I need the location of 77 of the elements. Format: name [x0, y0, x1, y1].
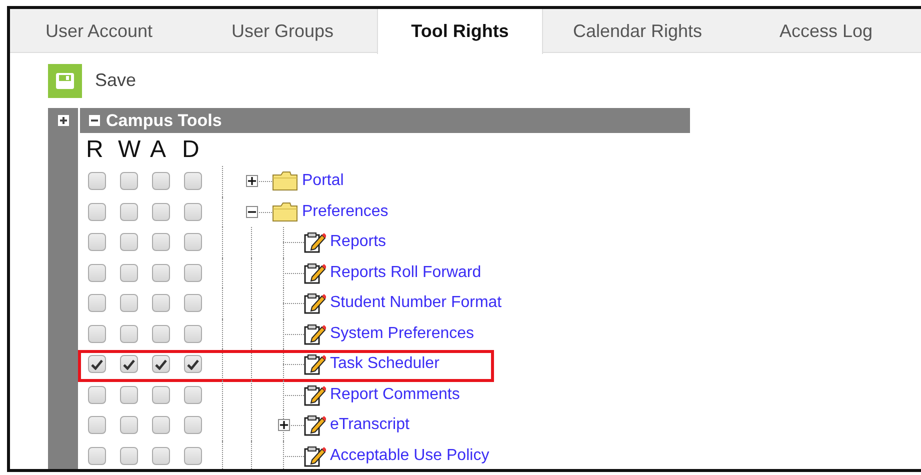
checkbox[interactable] — [88, 446, 106, 465]
notepad-pencil-icon — [304, 292, 326, 314]
tab[interactable]: Tool Rights — [377, 9, 543, 54]
checkbox[interactable] — [152, 172, 170, 190]
checkbox[interactable] — [120, 355, 138, 374]
checkbox[interactable] — [152, 264, 170, 282]
checkbox[interactable] — [120, 324, 138, 343]
tree-item-link[interactable]: Student Number Format — [330, 291, 502, 316]
checkbox[interactable] — [88, 264, 106, 282]
checkbox[interactable] — [120, 233, 138, 252]
checkbox[interactable] — [184, 294, 202, 312]
checkbox[interactable] — [88, 294, 106, 312]
checkbox[interactable] — [120, 446, 138, 465]
save-icon — [56, 72, 74, 88]
checkbox[interactable] — [88, 355, 106, 374]
expand-icon[interactable] — [278, 419, 290, 432]
checkbox[interactable] — [184, 416, 202, 434]
checkbox[interactable] — [120, 416, 138, 434]
column-header: A — [150, 134, 168, 164]
collapse-icon[interactable] — [246, 206, 258, 218]
checkbox[interactable] — [152, 324, 170, 343]
checkbox[interactable] — [184, 386, 202, 404]
checkbox[interactable] — [184, 233, 202, 252]
checkbox[interactable] — [184, 202, 202, 221]
checkbox[interactable] — [152, 233, 170, 252]
checkbox[interactable] — [120, 386, 138, 404]
tab[interactable]: Access Log — [732, 9, 920, 53]
checkbox[interactable] — [88, 233, 106, 252]
column-header: R — [86, 134, 104, 164]
checkbox[interactable] — [152, 202, 170, 221]
tab[interactable]: User Groups — [188, 9, 377, 53]
tree-item-link[interactable]: Task Scheduler — [330, 352, 440, 376]
notepad-pencil-icon — [304, 353, 326, 376]
checkbox[interactable] — [88, 172, 106, 190]
notepad-pencil-icon — [304, 262, 326, 284]
tree-item-link[interactable]: Report Comments — [330, 382, 460, 407]
folder-icon — [272, 171, 298, 192]
tab[interactable]: User Account — [10, 9, 188, 53]
checkbox[interactable] — [152, 386, 170, 404]
checkbox[interactable] — [152, 294, 170, 312]
notepad-pencil-icon — [304, 414, 326, 436]
column-header: D — [182, 134, 200, 164]
checkbox[interactable] — [88, 416, 106, 434]
checkbox[interactable] — [120, 294, 138, 312]
checkbox[interactable] — [184, 172, 202, 190]
checkbox[interactable] — [152, 446, 170, 465]
checkbox[interactable] — [152, 355, 170, 374]
checkbox[interactable] — [88, 386, 106, 404]
tree-item-link[interactable]: eTranscript — [330, 413, 410, 438]
save-button[interactable]: Save — [48, 64, 136, 98]
notepad-pencil-icon — [304, 231, 326, 254]
folder-icon — [272, 202, 298, 222]
checkbox[interactable] — [184, 446, 202, 465]
checkbox[interactable] — [184, 355, 202, 374]
checkbox[interactable] — [184, 264, 202, 282]
checkbox[interactable] — [184, 324, 202, 343]
checkbox[interactable] — [120, 264, 138, 282]
panel-title: Campus Tools — [106, 110, 222, 132]
tab[interactable]: Calendar Rights — [543, 9, 732, 53]
checkbox[interactable] — [88, 202, 106, 221]
checkbox[interactable] — [88, 324, 106, 343]
tree-item-link[interactable]: Acceptable Use Policy — [330, 444, 490, 468]
notepad-pencil-icon — [304, 322, 326, 345]
notepad-pencil-icon — [304, 444, 326, 467]
tree-item-link[interactable]: Portal — [302, 169, 344, 194]
tree-item-link[interactable]: System Preferences — [330, 322, 474, 346]
checkbox[interactable] — [120, 202, 138, 221]
checkbox[interactable] — [120, 172, 138, 190]
expand-icon[interactable] — [58, 115, 68, 126]
collapse-icon[interactable] — [89, 115, 100, 126]
tree-item-link[interactable]: Reports — [330, 230, 386, 254]
column-header: W — [118, 134, 142, 164]
expand-icon[interactable] — [246, 175, 258, 188]
checkbox[interactable] — [152, 416, 170, 434]
notepad-pencil-icon — [304, 384, 326, 406]
tree-item-link[interactable]: Reports Roll Forward — [330, 260, 482, 285]
tree-item-link[interactable]: Preferences — [302, 200, 388, 224]
